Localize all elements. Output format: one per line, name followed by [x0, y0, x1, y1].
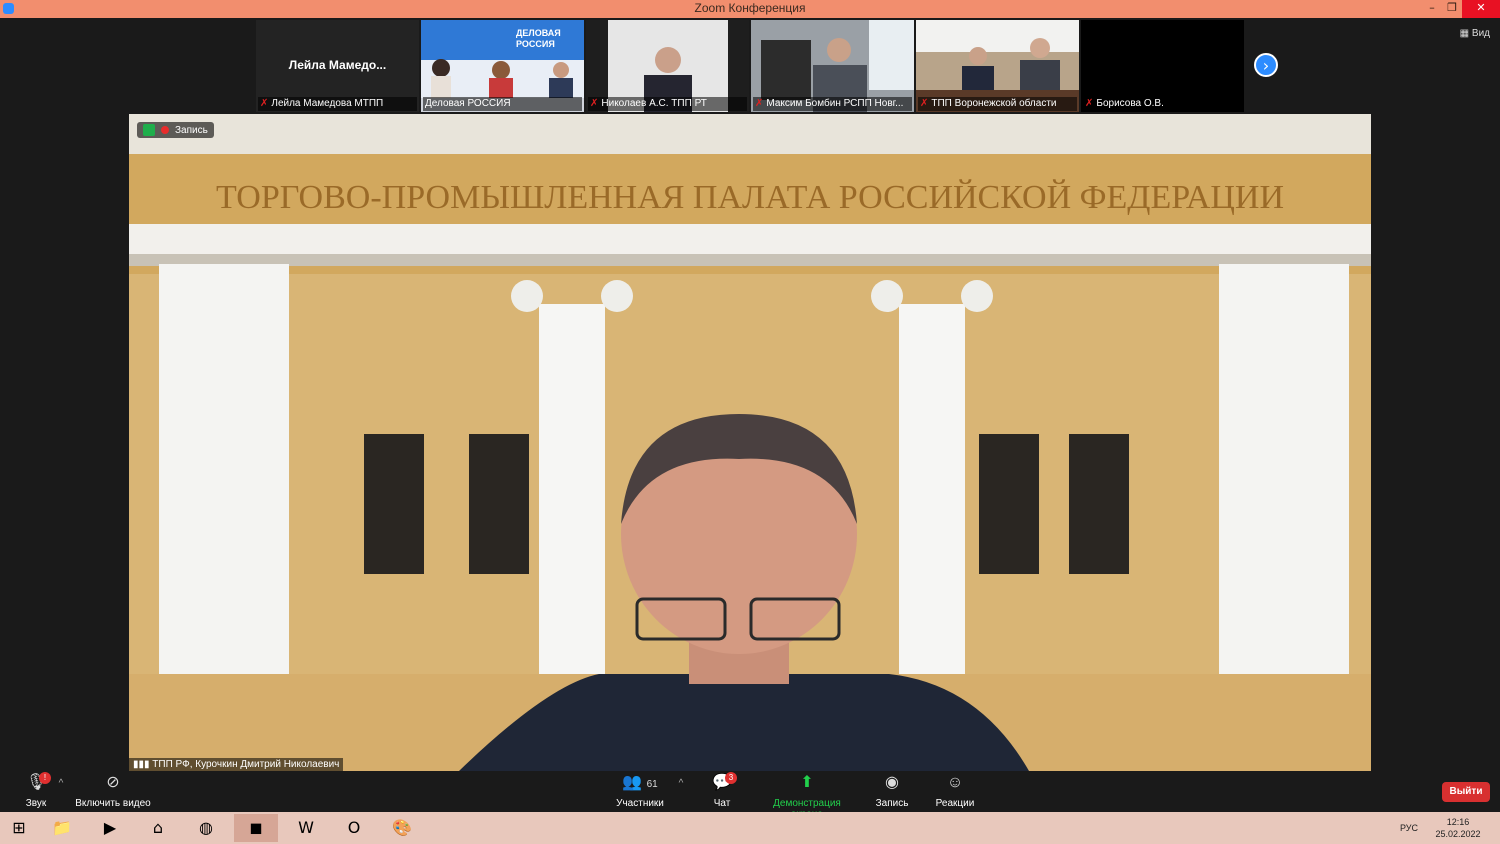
zoom-taskbar-icon[interactable]: ◼	[234, 814, 278, 842]
paint-icon[interactable]: 🎨	[380, 814, 424, 842]
clock[interactable]: 12:16 25.02.2022	[1428, 816, 1488, 840]
word-icon[interactable]: W	[284, 814, 328, 842]
start-video-button[interactable]: ⊘ Включить видео	[72, 772, 154, 812]
share-screen-icon: ⬆	[800, 774, 814, 791]
participant-label: Деловая РОССИЯ	[423, 97, 582, 111]
next-page-button[interactable]: ›	[1254, 53, 1278, 77]
video-off-icon: ⊘	[106, 774, 120, 791]
active-speaker-video: ТОРГОВО-ПРОМЫШЛЕННАЯ ПАЛАТА РОССИЙСКОЙ Ф…	[129, 114, 1371, 771]
recording-label: Запись	[175, 124, 208, 136]
speaker-name-label: ▮▮▮ ТПП РФ, Курочкин Дмитрий Николаевич	[129, 758, 344, 771]
home-icon[interactable]: ⌂	[136, 814, 180, 842]
muted-mic-icon: ✗	[755, 98, 764, 109]
muted-mic-icon: ✗	[590, 98, 599, 109]
participant-tile[interactable]: ✗ Борисова О.В.	[1081, 20, 1244, 112]
language-indicator[interactable]: РУС	[1400, 823, 1418, 833]
media-player-icon[interactable]: ▶	[88, 814, 132, 842]
participant-tile[interactable]: ✗ Максим Бомбин РСПП Новг...	[751, 20, 914, 112]
speaker-video-frame: ТОРГОВО-ПРОМЫШЛЕННАЯ ПАЛАТА РОССИЙСКОЙ Ф…	[129, 114, 1371, 771]
chrome-icon[interactable]: ◍	[184, 814, 228, 842]
security-shield-icon	[143, 124, 155, 136]
participant-label: ✗ Максим Бомбин РСПП Новг...	[753, 97, 912, 111]
windows-start-icon[interactable]: ⊞	[0, 814, 38, 842]
participants-count: 61	[646, 779, 658, 790]
participants-button[interactable]: 👥 61 Участники	[608, 772, 672, 812]
record-button[interactable]: ◉ Запись	[870, 772, 914, 812]
leave-button[interactable]: Выйти	[1442, 782, 1490, 802]
outlook-icon[interactable]: O	[332, 814, 376, 842]
share-screen-button[interactable]: ⬆ Демонстрация экрана	[756, 772, 858, 820]
building-inscription: ТОРГОВО-ПРОМЫШЛЕННАЯ ПАЛАТА РОССИЙСКОЙ Ф…	[216, 179, 1284, 216]
muted-mic-icon: ✗	[1085, 98, 1094, 109]
muted-mic-icon: ✗	[260, 98, 269, 109]
participant-label: ✗ Борисова О.В.	[1083, 97, 1242, 111]
muted-mic-icon: ✗	[920, 98, 929, 109]
recording-indicator: Запись	[137, 122, 214, 138]
svg-text:РОССИЯ: РОССИЯ	[516, 39, 555, 49]
view-button[interactable]: ▦ Вид	[1460, 28, 1490, 39]
audio-button[interactable]: 🎙 ! Звук	[20, 772, 52, 812]
participant-tile[interactable]: ✗ Николаев А.С. ТПП РТ	[586, 20, 749, 112]
participant-display-name: Лейла Мамедо...	[288, 58, 387, 72]
recording-dot-icon	[161, 126, 169, 134]
participant-label: ✗ Николаев А.С. ТПП РТ	[588, 97, 747, 111]
svg-text:ДЕЛОВАЯ: ДЕЛОВАЯ	[516, 28, 561, 38]
reactions-button[interactable]: ☺ Реакции	[930, 772, 980, 812]
participant-tile[interactable]: ДЕЛОВАЯ РОССИЯ Деловая РОССИЯ	[421, 20, 584, 112]
thumbnail-strip: Лейла Мамедо... ✗ Лейла Мамедова МТПП ДЕЛ…	[256, 20, 1244, 112]
participant-tile[interactable]: ✗ ТПП Воронежской области	[916, 20, 1079, 112]
window-title: Zoom Конференция	[694, 1, 806, 15]
close-button[interactable]: ✕	[1462, 0, 1500, 18]
view-label: Вид	[1471, 28, 1490, 39]
window-titlebar: Zoom Конференция – ❐ ✕	[0, 0, 1500, 18]
smiley-icon: ☺	[946, 774, 964, 791]
audio-alert-badge: !	[39, 772, 51, 784]
participant-tile[interactable]: Лейла Мамедо... ✗ Лейла Мамедова МТПП	[256, 20, 419, 112]
chat-unread-badge: 3	[725, 772, 737, 784]
participant-label: ✗ Лейла Мамедова МТПП	[258, 97, 417, 111]
participant-label: ✗ ТПП Воронежской области	[918, 97, 1077, 111]
meeting-toolbar: 🎙 ! Звук ^ ⊘ Включить видео 👥 61 Участни…	[0, 772, 1500, 820]
chat-button[interactable]: 💬 3 Чат	[704, 772, 740, 812]
meeting-stage: ▦ Вид Лейла Мамедо... ✗ Лейла Мамедова МТ…	[0, 18, 1500, 772]
participants-icon: 👥 61	[622, 774, 658, 791]
record-icon: ◉	[885, 774, 899, 791]
windows-taskbar: ⊞ 📁 ▶ ⌂ ◍ ◼ W O 🎨 РУС 12:16 25.02.2022	[0, 812, 1500, 844]
file-explorer-icon[interactable]: 📁	[40, 814, 84, 842]
